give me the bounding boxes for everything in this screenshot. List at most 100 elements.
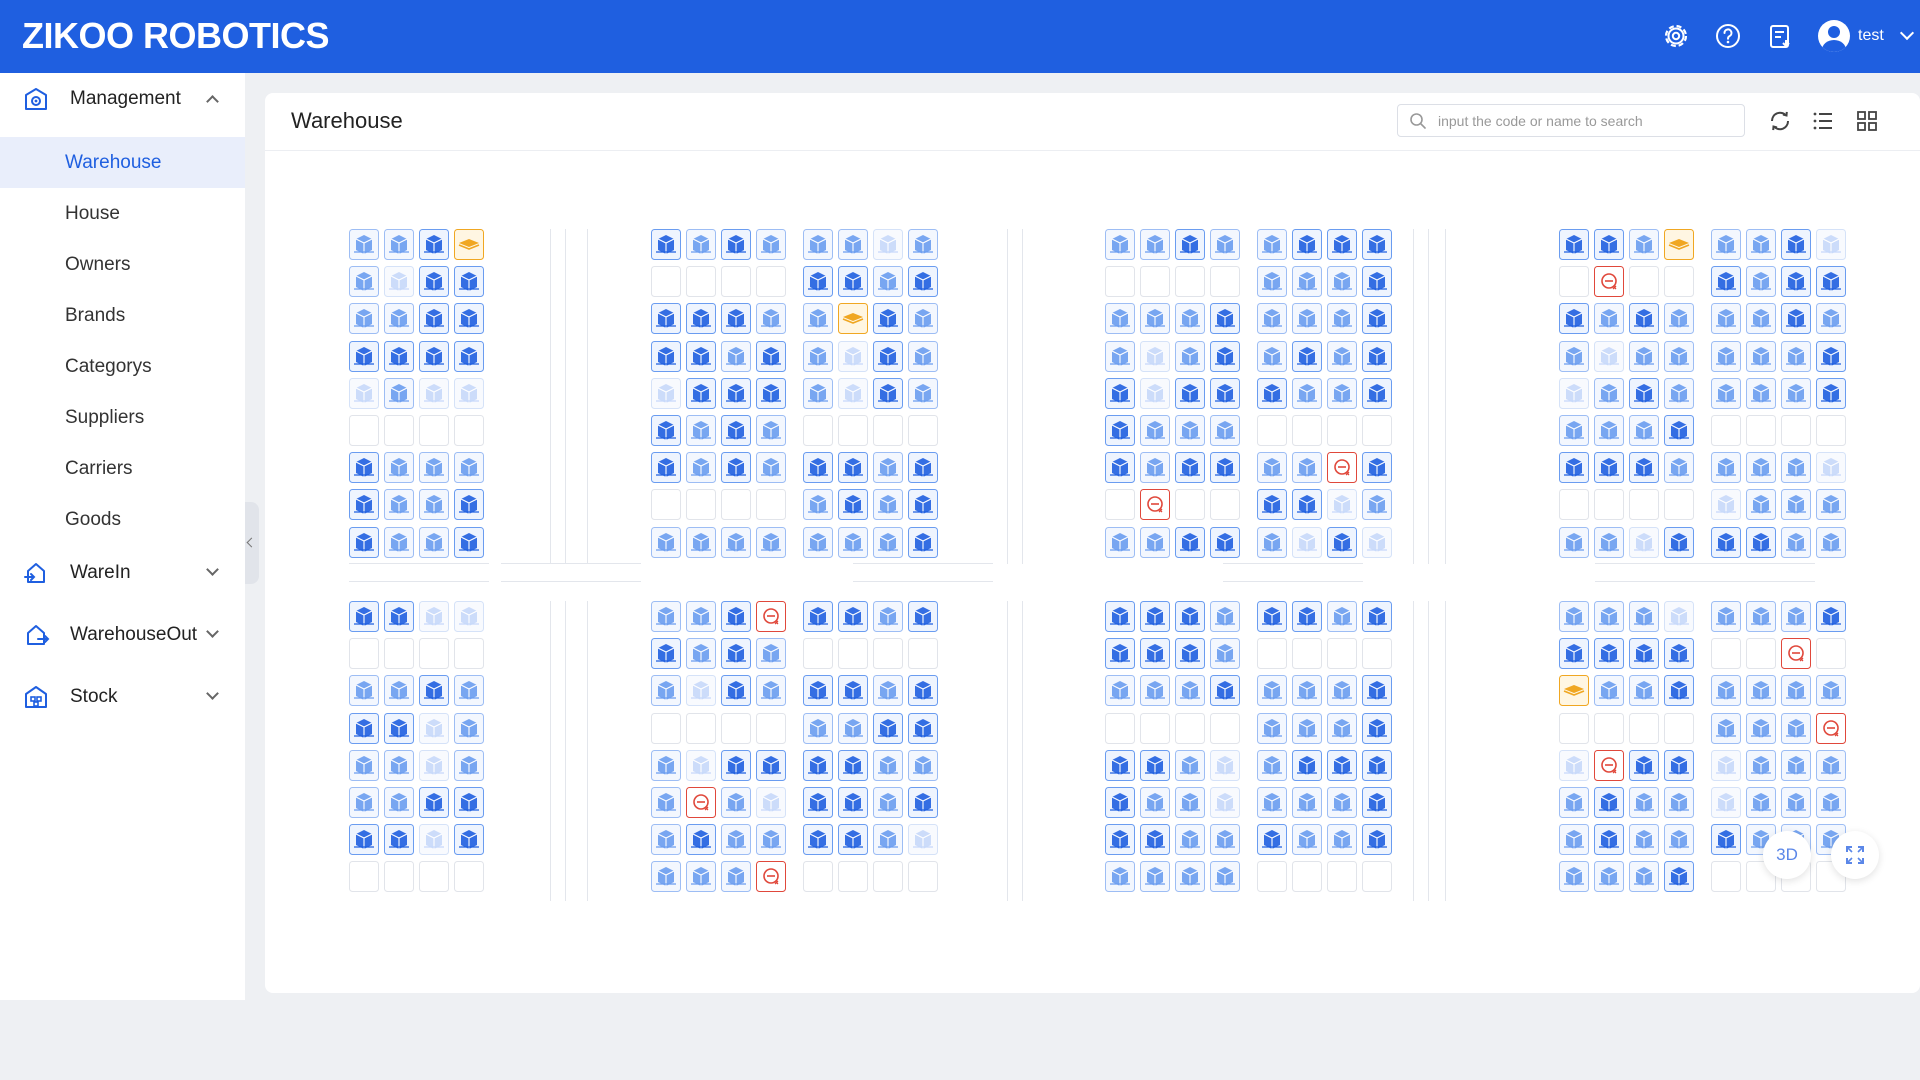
storage-cell-partial[interactable]: [803, 377, 833, 409]
storage-cell-empty[interactable]: [418, 638, 449, 670]
storage-cell-light[interactable]: [1326, 489, 1357, 521]
storage-cell-partial[interactable]: [755, 415, 786, 446]
storage-cell-full[interactable]: [1711, 266, 1741, 298]
storage-cell-full[interactable]: [755, 377, 786, 409]
storage-cell-empty[interactable]: [872, 415, 903, 446]
sidebar-item-goods[interactable]: Goods: [0, 494, 245, 545]
storage-cell-partial[interactable]: [1291, 712, 1322, 744]
storage-cell-partial[interactable]: [453, 675, 484, 707]
storage-cell-empty[interactable]: [651, 489, 681, 521]
storage-cell-empty[interactable]: [1174, 266, 1205, 298]
storage-cell-empty[interactable]: [1209, 489, 1240, 521]
storage-cell-partial[interactable]: [1257, 229, 1287, 260]
storage-cell-partial[interactable]: [1291, 787, 1322, 818]
storage-cell-empty[interactable]: [1361, 638, 1392, 670]
storage-cell-partial[interactable]: [872, 526, 903, 558]
storage-cell-partial[interactable]: [685, 638, 716, 670]
storage-cell-partial[interactable]: [1105, 526, 1135, 558]
storage-cell-partial[interactable]: [1711, 601, 1741, 632]
storage-cell-full[interactable]: [1257, 601, 1287, 632]
storage-cell-partial[interactable]: [1105, 340, 1135, 372]
storage-cell-full[interactable]: [1174, 601, 1205, 632]
pallet-cell[interactable]: [1559, 675, 1589, 707]
storage-cell-partial[interactable]: [755, 638, 786, 670]
storage-cell-partial[interactable]: [803, 229, 833, 260]
storage-cell-partial[interactable]: [1257, 675, 1287, 707]
storage-cell-empty[interactable]: [1711, 415, 1741, 446]
storage-cell-partial[interactable]: [1559, 340, 1589, 372]
storage-cell-partial[interactable]: [1628, 415, 1659, 446]
storage-cell-empty[interactable]: [383, 861, 414, 893]
storage-cell-empty[interactable]: [907, 638, 938, 670]
storage-cell-partial[interactable]: [1663, 787, 1694, 818]
storage-cell-partial[interactable]: [1815, 526, 1846, 558]
storage-cell-full[interactable]: [1780, 266, 1811, 298]
storage-cell-partial[interactable]: [1209, 415, 1240, 446]
storage-cell-light[interactable]: [453, 601, 484, 632]
storage-cell-full[interactable]: [418, 229, 449, 260]
storage-cell-partial[interactable]: [837, 229, 868, 260]
error-cell[interactable]: [1139, 489, 1170, 521]
storage-cell-full[interactable]: [1361, 340, 1392, 372]
storage-cell-light[interactable]: [418, 601, 449, 632]
storage-cell-full[interactable]: [1326, 749, 1357, 781]
storage-cell-full[interactable]: [1174, 526, 1205, 558]
storage-cell-partial[interactable]: [1291, 377, 1322, 409]
storage-cell-empty[interactable]: [1628, 712, 1659, 744]
storage-cell-partial[interactable]: [651, 601, 681, 632]
storage-cell-partial[interactable]: [1745, 229, 1776, 260]
storage-cell-full[interactable]: [720, 415, 751, 446]
storage-cell-empty[interactable]: [1139, 712, 1170, 744]
storage-cell-light[interactable]: [1711, 749, 1741, 781]
storage-cell-empty[interactable]: [383, 415, 414, 446]
view-3d-button[interactable]: 3D: [1763, 831, 1811, 879]
sidebar-item-suppliers[interactable]: Suppliers: [0, 392, 245, 443]
storage-cell-partial[interactable]: [651, 675, 681, 707]
error-cell[interactable]: [1593, 266, 1624, 298]
storage-cell-partial[interactable]: [907, 303, 938, 335]
storage-cell-light[interactable]: [349, 377, 379, 409]
storage-cell-full[interactable]: [1105, 452, 1135, 484]
storage-cell-full[interactable]: [651, 638, 681, 670]
storage-cell-partial[interactable]: [1780, 712, 1811, 744]
storage-cell-partial[interactable]: [1745, 340, 1776, 372]
storage-cell-partial[interactable]: [755, 303, 786, 335]
storage-cell-full[interactable]: [685, 303, 716, 335]
storage-cell-partial[interactable]: [383, 377, 414, 409]
storage-cell-full[interactable]: [907, 601, 938, 632]
storage-cell-partial[interactable]: [803, 303, 833, 335]
storage-cell-partial[interactable]: [685, 415, 716, 446]
storage-cell-light[interactable]: [685, 675, 716, 707]
refresh-icon[interactable]: [1767, 108, 1793, 134]
storage-cell-full[interactable]: [837, 675, 868, 707]
storage-cell-partial[interactable]: [720, 526, 751, 558]
storage-cell-empty[interactable]: [872, 861, 903, 893]
storage-cell-light[interactable]: [1663, 601, 1694, 632]
storage-cell-empty[interactable]: [453, 638, 484, 670]
storage-cell-full[interactable]: [1559, 229, 1589, 260]
storage-cell-partial[interactable]: [755, 526, 786, 558]
storage-cell-partial[interactable]: [383, 489, 414, 521]
storage-cell-full[interactable]: [1257, 824, 1287, 856]
storage-cell-empty[interactable]: [1361, 861, 1392, 893]
storage-cell-partial[interactable]: [1257, 787, 1287, 818]
storage-cell-light[interactable]: [1593, 340, 1624, 372]
storage-cell-full[interactable]: [720, 229, 751, 260]
storage-cell-light[interactable]: [383, 266, 414, 298]
storage-cell-partial[interactable]: [907, 340, 938, 372]
storage-cell-partial[interactable]: [907, 749, 938, 781]
storage-cell-partial[interactable]: [1209, 861, 1240, 893]
storage-cell-empty[interactable]: [755, 712, 786, 744]
storage-cell-partial[interactable]: [1291, 675, 1322, 707]
storage-cell-empty[interactable]: [651, 266, 681, 298]
storage-cell-full[interactable]: [1105, 824, 1135, 856]
storage-cell-full[interactable]: [755, 749, 786, 781]
storage-cell-full[interactable]: [1780, 303, 1811, 335]
storage-cell-full[interactable]: [1361, 749, 1392, 781]
nav-group-management[interactable]: Management: [0, 73, 245, 125]
storage-cell-partial[interactable]: [1291, 452, 1322, 484]
storage-cell-empty[interactable]: [1291, 415, 1322, 446]
storage-cell-full[interactable]: [418, 303, 449, 335]
storage-cell-partial[interactable]: [383, 526, 414, 558]
storage-cell-partial[interactable]: [1174, 861, 1205, 893]
